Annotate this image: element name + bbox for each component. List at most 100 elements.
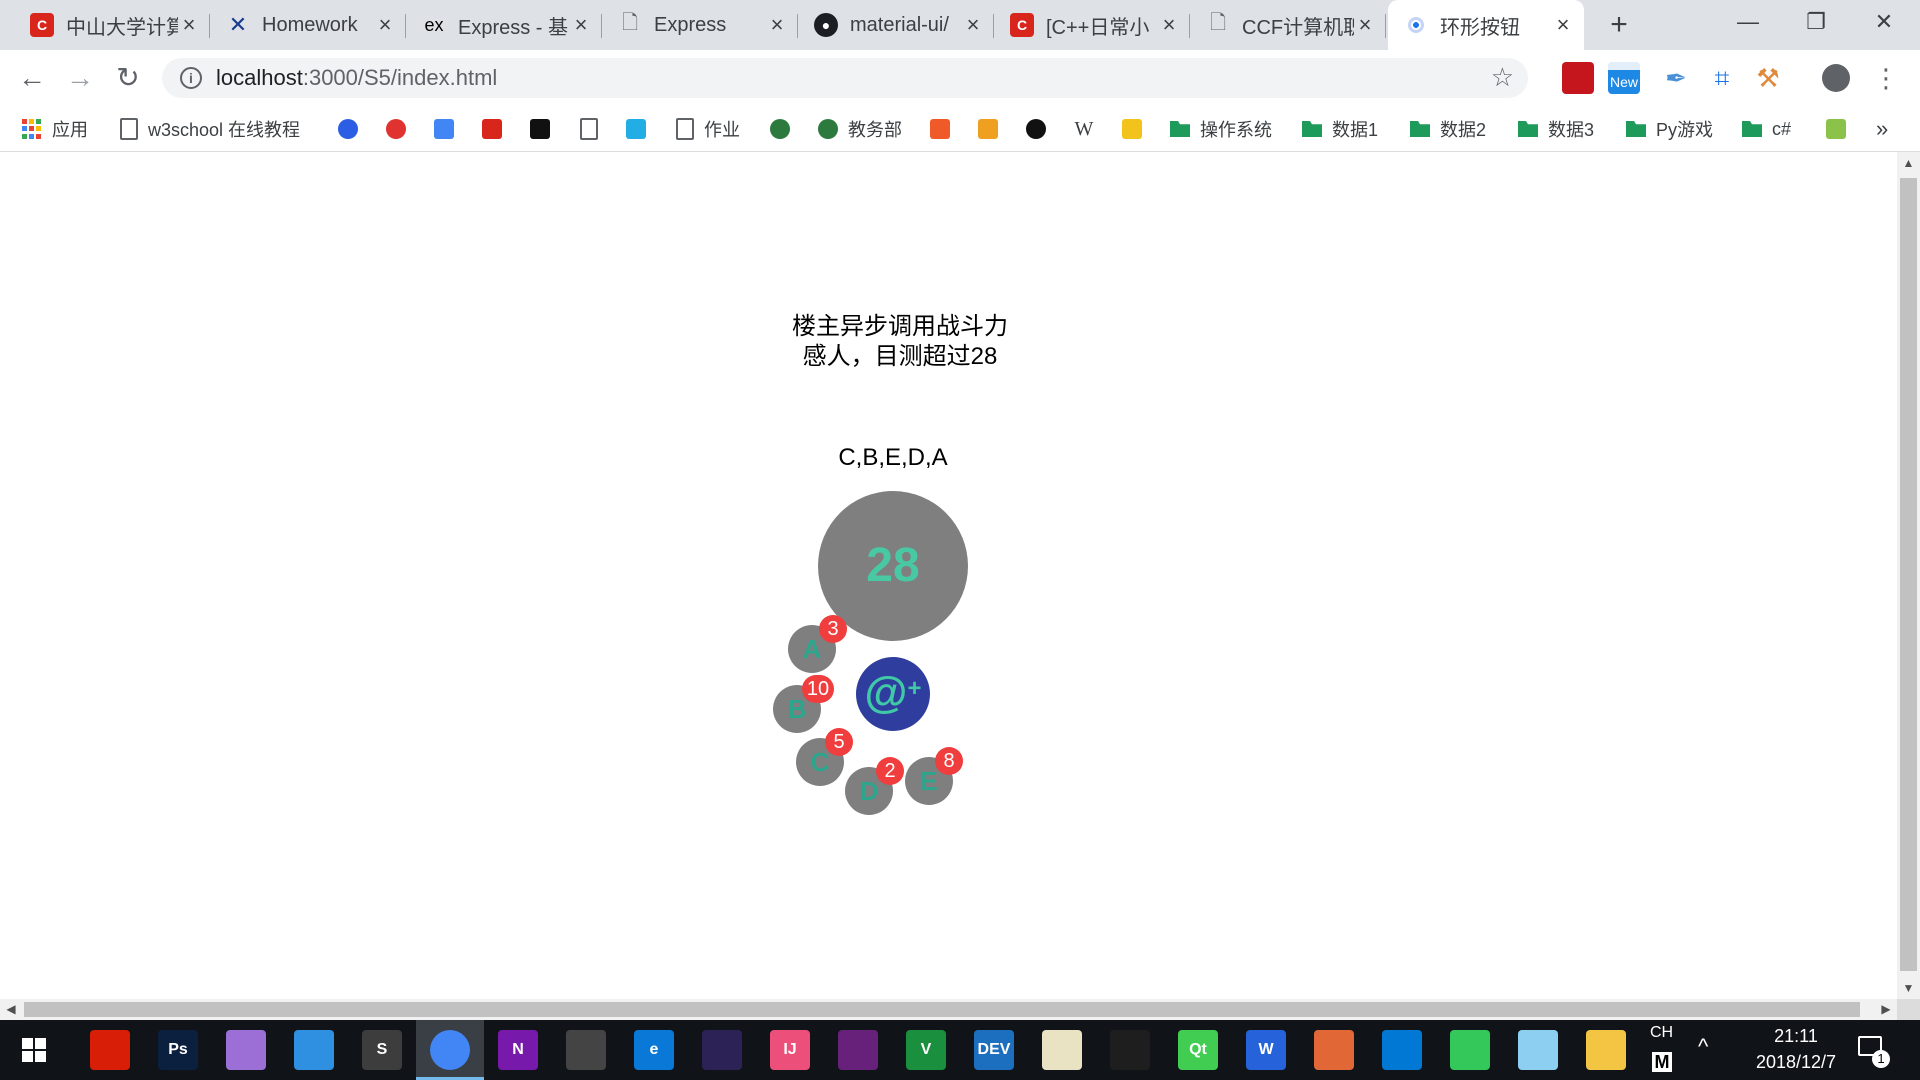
- pdf-extension-icon[interactable]: [1562, 62, 1594, 94]
- address-bar[interactable]: i localhost:3000/S5/index.html ☆: [162, 58, 1528, 98]
- vertical-scroll-thumb[interactable]: [1900, 178, 1917, 971]
- tab-2[interactable]: ex Express - 基 ×: [406, 0, 602, 50]
- ime-mode-icon[interactable]: M: [1652, 1052, 1672, 1072]
- bookmark-orange-app[interactable]: [930, 114, 960, 144]
- bookmark-baidu[interactable]: [338, 114, 368, 144]
- edge-icon[interactable]: e: [634, 1030, 674, 1070]
- scroll-down-arrow-icon[interactable]: ▼: [1897, 977, 1920, 999]
- reload-icon[interactable]: ↻: [108, 58, 148, 98]
- vim-icon[interactable]: V: [906, 1030, 946, 1070]
- bookmark-leetcode[interactable]: [978, 114, 1008, 144]
- matlab-icon[interactable]: [1314, 1030, 1354, 1070]
- devcpp-icon[interactable]: DEV: [974, 1030, 1014, 1070]
- tab-7-active[interactable]: 环形按钮 ×: [1388, 0, 1584, 50]
- calculator-icon[interactable]: [566, 1030, 606, 1070]
- bookmark-star-icon[interactable]: ☆: [1491, 62, 1514, 93]
- button-letter: B: [787, 694, 807, 724]
- weibo-icon: [386, 119, 406, 139]
- tab-close-icon[interactable]: ×: [766, 12, 788, 38]
- vertical-scrollbar[interactable]: ▲ ▼: [1897, 152, 1920, 999]
- tab-close-icon[interactable]: ×: [1552, 12, 1574, 38]
- tab-close-icon[interactable]: ×: [178, 12, 200, 38]
- bookmark-segmentfault[interactable]: [530, 114, 560, 144]
- eyedropper-extension-icon[interactable]: ✒: [1660, 62, 1692, 94]
- tab-0[interactable]: C 中山大学计算 ×: [14, 0, 210, 50]
- bookmark-w3school[interactable]: w3school 在线教程: [120, 114, 300, 144]
- netease-music-icon[interactable]: [90, 1030, 130, 1070]
- chrome-icon[interactable]: [430, 1030, 470, 1070]
- spinner-app-icon[interactable]: [1450, 1030, 1490, 1070]
- new-badge-extension-icon[interactable]: New: [1608, 62, 1640, 94]
- sublime-text-icon[interactable]: S: [362, 1030, 402, 1070]
- terminal-icon[interactable]: [1110, 1030, 1150, 1070]
- minimize-button[interactable]: —: [1714, 0, 1782, 44]
- notepad-icon[interactable]: [1042, 1030, 1082, 1070]
- bookmark-smiley[interactable]: [1122, 114, 1152, 144]
- restore-button[interactable]: ❐: [1782, 0, 1850, 44]
- folder-icon: [1170, 121, 1190, 137]
- bookmark-bilibili[interactable]: [626, 114, 656, 144]
- document-icon: [120, 118, 138, 140]
- horizontal-scrollbar[interactable]: ◀ ▶: [0, 999, 1897, 1020]
- bookmark-homework[interactable]: 作业: [676, 114, 740, 144]
- at-plus-button[interactable]: @+: [856, 657, 930, 731]
- bookmark-folder-pygame[interactable]: Py游戏: [1626, 114, 1713, 144]
- wps-icon[interactable]: W: [1246, 1030, 1286, 1070]
- tab-close-icon[interactable]: ×: [1158, 12, 1180, 38]
- back-arrow-icon[interactable]: ←: [12, 58, 52, 98]
- tray-chevron-icon[interactable]: ^: [1698, 1034, 1708, 1060]
- bookmark-apps[interactable]: 应用: [22, 114, 88, 144]
- tab-6[interactable]: 🗋 CCF计算机职 ×: [1190, 0, 1386, 50]
- ime-indicator[interactable]: CH: [1650, 1024, 1673, 1042]
- scroll-up-arrow-icon[interactable]: ▲: [1897, 152, 1920, 174]
- bookmarks-overflow-button[interactable]: »: [1876, 114, 1888, 144]
- tab-close-icon[interactable]: ×: [374, 12, 396, 38]
- intellij-icon[interactable]: IJ: [770, 1030, 810, 1070]
- qt-icon[interactable]: Qt: [1178, 1030, 1218, 1070]
- bookmark-github[interactable]: [1026, 114, 1056, 144]
- tab-3[interactable]: 🗋 Express ×: [602, 0, 798, 50]
- tab-5[interactable]: C [C++日常小 ×: [994, 0, 1190, 50]
- windows-start-icon[interactable]: [22, 1038, 46, 1062]
- clock-date[interactable]: 2018/12/7: [1730, 1052, 1862, 1073]
- visual-studio-icon[interactable]: [838, 1030, 878, 1070]
- new-tab-button[interactable]: +: [1602, 8, 1636, 42]
- forward-arrow-icon[interactable]: →: [60, 58, 100, 98]
- crop-extension-icon[interactable]: ⌗: [1706, 62, 1738, 94]
- tab-close-icon[interactable]: ×: [962, 12, 984, 38]
- bookmark-folder-csharp[interactable]: c#: [1742, 114, 1791, 144]
- photoshop-icon[interactable]: Ps: [158, 1030, 198, 1070]
- menu-icon[interactable]: ⋮: [1870, 62, 1902, 94]
- clock-time[interactable]: 21:11: [1756, 1026, 1836, 1047]
- tab-4[interactable]: ● material-ui/ ×: [798, 0, 994, 50]
- scroll-right-arrow-icon[interactable]: ▶: [1875, 999, 1897, 1020]
- horizontal-scroll-thumb[interactable]: [24, 1002, 1860, 1017]
- bookmark-weibo[interactable]: [386, 114, 416, 144]
- account-icon[interactable]: [1822, 64, 1850, 92]
- bookmark-translate[interactable]: [434, 114, 464, 144]
- vscode-icon[interactable]: [1382, 1030, 1422, 1070]
- bookmark-csdn[interactable]: [482, 114, 512, 144]
- bookmark-academic-affairs[interactable]: 教务部: [818, 114, 902, 144]
- tab-close-icon[interactable]: ×: [1354, 12, 1376, 38]
- eclipse-icon[interactable]: [702, 1030, 742, 1070]
- info-icon[interactable]: i: [180, 67, 202, 89]
- close-window-button[interactable]: ✕: [1850, 0, 1918, 44]
- bookmark-folder-data2[interactable]: 数据2: [1410, 114, 1486, 144]
- typora-icon[interactable]: [1518, 1030, 1558, 1070]
- bookmark-wikipedia[interactable]: W: [1074, 114, 1104, 144]
- bookmark-document[interactable]: [580, 114, 608, 144]
- paint-icon[interactable]: [226, 1030, 266, 1070]
- tab-close-icon[interactable]: ×: [570, 12, 592, 38]
- bookmark-folder-data1[interactable]: 数据1: [1302, 114, 1378, 144]
- onenote-icon[interactable]: N: [498, 1030, 538, 1070]
- tool-extension-icon[interactable]: ⚒: [1752, 62, 1784, 94]
- bookmark-sysu[interactable]: [770, 114, 800, 144]
- tab-1[interactable]: ✕ Homework ×: [210, 0, 406, 50]
- bookmark-folder-os[interactable]: 操作系统: [1170, 114, 1272, 144]
- scroll-left-arrow-icon[interactable]: ◀: [0, 999, 22, 1020]
- bookmark-folder-data3[interactable]: 数据3: [1518, 114, 1594, 144]
- bookmark-leaf-app[interactable]: [1826, 114, 1856, 144]
- bird-app-icon[interactable]: [294, 1030, 334, 1070]
- file-explorer-icon[interactable]: [1586, 1030, 1626, 1070]
